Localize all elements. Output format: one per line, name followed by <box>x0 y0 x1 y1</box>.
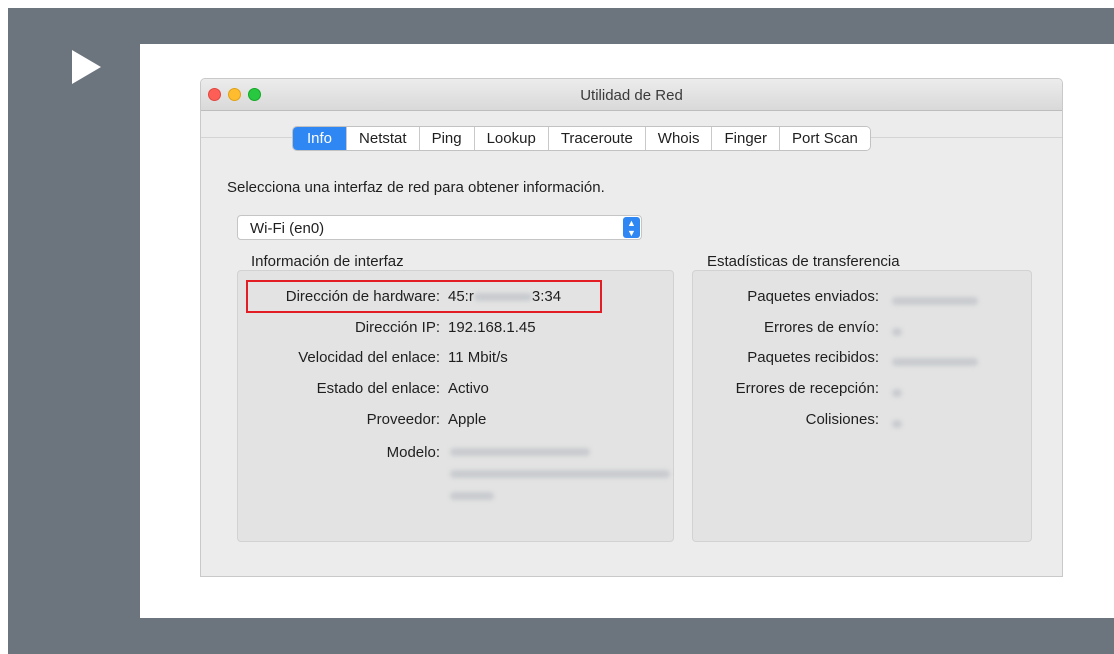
redacted-text <box>450 470 670 478</box>
tab-whois[interactable]: Whois <box>644 127 712 150</box>
redacted-text <box>892 297 978 306</box>
network-utility-window: Utilidad de Red Info Netstat Ping Lookup… <box>200 78 1063 577</box>
transfer-stats-title: Estadísticas de transferencia <box>707 253 900 270</box>
redacted-text <box>892 420 902 429</box>
redacted-text <box>450 492 494 500</box>
instruction-text: Selecciona una interfaz de red para obte… <box>227 179 605 196</box>
interface-info-title: Información de interfaz <box>251 253 404 270</box>
packets-sent-label: Paquetes enviados: <box>747 288 879 305</box>
tab-traceroute[interactable]: Traceroute <box>547 127 645 150</box>
tab-info[interactable]: Info <box>293 127 347 150</box>
tab-lookup[interactable]: Lookup <box>473 127 548 150</box>
collisions-label: Colisiones: <box>805 411 879 428</box>
interface-select[interactable]: Wi-Fi (en0) ▲ ▼ <box>237 215 642 240</box>
vendor-label: Proveedor: <box>366 411 440 428</box>
tab-bar: Info Netstat Ping Lookup Traceroute Whoi… <box>292 126 871 151</box>
collisions-value <box>892 415 902 432</box>
tab-finger[interactable]: Finger <box>711 127 780 150</box>
redacted-text <box>892 389 902 398</box>
interface-select-value: Wi-Fi (en0) <box>250 220 325 237</box>
model-value <box>450 448 670 500</box>
transfer-stats-panel <box>692 270 1032 542</box>
send-errors-value <box>892 323 902 340</box>
link-speed-label: Velocidad del enlace: <box>298 349 440 366</box>
title-bar: Utilidad de Red <box>201 79 1062 111</box>
send-errors-label: Errores de envío: <box>763 319 879 336</box>
redacted-text <box>892 328 902 337</box>
tab-netstat[interactable]: Netstat <box>346 127 419 150</box>
tab-ping[interactable]: Ping <box>418 127 474 150</box>
packets-sent-value <box>892 292 978 309</box>
link-status-value: Activo <box>448 380 489 397</box>
packets-received-label: Paquetes recibidos: <box>747 349 879 366</box>
tab-port-scan[interactable]: Port Scan <box>779 127 870 150</box>
vendor-value: Apple <box>448 411 487 428</box>
packets-received-value <box>892 353 978 370</box>
model-label: Modelo: <box>386 444 440 461</box>
redacted-text <box>892 358 978 367</box>
ip-address-label: Dirección IP: <box>354 319 440 336</box>
link-speed-value: 11 Mbit/s <box>448 349 508 366</box>
window-title: Utilidad de Red <box>580 87 683 104</box>
link-status-label: Estado del enlace: <box>316 380 440 397</box>
play-icon[interactable] <box>72 50 101 84</box>
redacted-text <box>450 448 590 456</box>
receive-errors-value <box>892 384 902 401</box>
hardware-address-highlight <box>246 280 602 313</box>
updown-chevron-icon[interactable]: ▲ ▼ <box>623 217 640 238</box>
ip-address-value: 192.168.1.45 <box>448 319 536 336</box>
receive-errors-label: Errores de recepción: <box>735 380 879 397</box>
